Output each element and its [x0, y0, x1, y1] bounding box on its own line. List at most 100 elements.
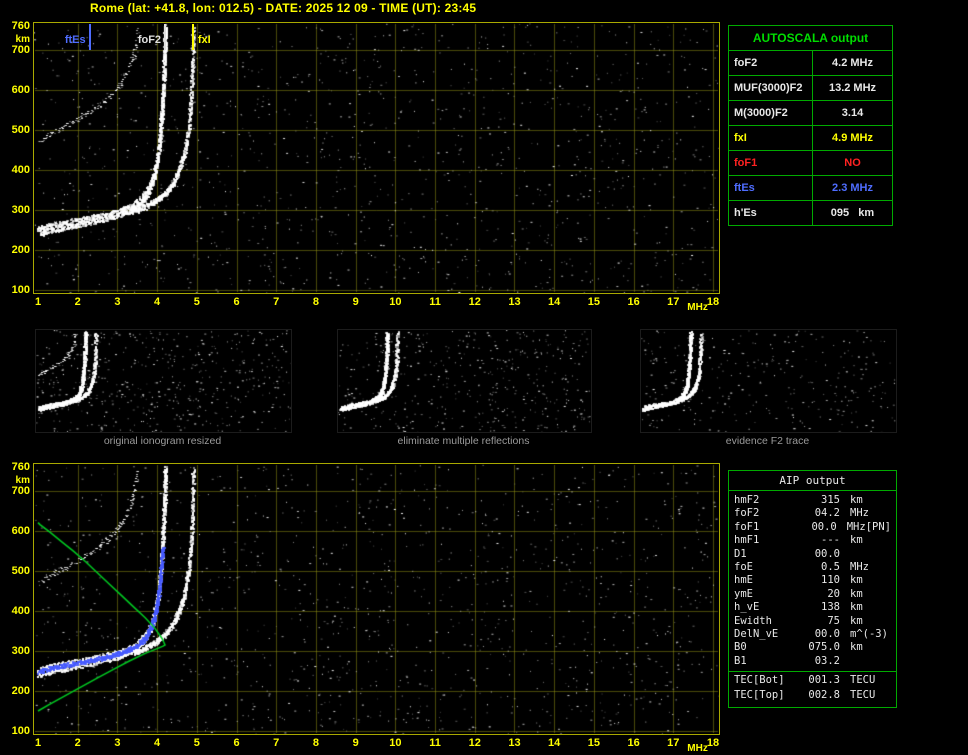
aip-param-value: 315 [821, 494, 840, 506]
aip-table-title: AIP output [729, 471, 896, 491]
autoscala-table: AUTOSCALA output foF2 4.2 MHz MUF(3000)F2 1… [728, 25, 893, 226]
aip-param-unit: km [850, 601, 863, 614]
fof2-marker-line [164, 24, 167, 50]
fxi-marker-line [191, 24, 194, 50]
aip-param-label: h_vE [734, 601, 760, 614]
bottom-plot-ytick-100: 100 [11, 725, 30, 737]
autoscala-param-value: 3.14 [841, 107, 864, 119]
autoscala-param-label: MUF(3000)F2 [729, 76, 813, 100]
top-plot-xtick-4: 4 [154, 296, 161, 308]
bottom-plot-xtick-10: 10 [389, 737, 402, 749]
aip-param-value: 001.3 [808, 674, 840, 687]
station-header: Rome (lat: +41.8, lon: 012.5) - DATE: 20… [90, 1, 477, 15]
bottom-plot-xtick-1: 1 [34, 737, 42, 749]
top-plot-ytick-600: 600 [11, 84, 30, 96]
top-plot-ytick-300: 300 [11, 204, 30, 216]
aip-param-label: hmE [734, 574, 753, 587]
aip-param-value: 75 [827, 614, 840, 627]
top-plot-xaxis-unit-label: MHz [687, 302, 708, 313]
aip-param-unit: MHz [850, 507, 869, 520]
ftes-marker-line [88, 24, 91, 50]
aip-row-B0: B0 075.0 km [729, 641, 896, 654]
aip-param-label: hmF2 [734, 494, 760, 506]
bottom-plot-ytick-200: 200 [11, 685, 30, 697]
autoscala-param-label: M(3000)F2 [729, 101, 813, 125]
autoscala-row-foF2: foF2 4.2 MHz [729, 50, 892, 75]
aip-param-unit: TECU [850, 674, 876, 687]
thumbnail-eliminate-multiples [337, 329, 592, 433]
autoscala-row-MUF(3000)F2: MUF(3000)F2 13.2 MHz [729, 75, 892, 100]
thumbnail-caption-original: original ionogram resized [103, 435, 222, 447]
aip-row-hmF2: hmF2 315 km [729, 494, 896, 507]
fxi-marker-label: fxI [197, 34, 211, 46]
aip-param-label: foF1 [734, 520, 760, 533]
autoscala-row-M(3000)F2: M(3000)F2 3.14 [729, 100, 892, 125]
bottom-plot-xtick-12: 12 [468, 737, 481, 749]
bottom-plot-ytick-400: 400 [11, 605, 30, 617]
autoscala-param-value: 4.9 MHz [832, 132, 873, 144]
top-plot-xtick-2: 2 [74, 296, 81, 308]
aip-param-label: TEC[Bot] [734, 674, 785, 687]
top-plot-xtick-13: 13 [508, 296, 521, 308]
bottom-plot-xtick-3: 3 [114, 737, 121, 749]
top-plot-ytick-500: 500 [11, 124, 30, 136]
autoscala-row-fxI: fxI 4.9 MHz [729, 125, 892, 150]
aip-row-hmF1: hmF1 --- km [729, 534, 896, 547]
aip-param-label: foE [734, 560, 753, 573]
ftes-marker-label: ftEs [64, 34, 86, 46]
bottom-plot-ytick-760: 760 [11, 461, 30, 473]
bottom-ionogram-canvas [33, 463, 720, 735]
top-plot-xtick-8: 8 [312, 296, 319, 308]
aip-table-rows: hmF2 315 km foF2 04.2 MHz foF1 00.0 MHz [PN] hmF1-… [729, 491, 896, 707]
aip-param-unit: km [850, 494, 863, 506]
top-plot-xtick-16: 16 [627, 296, 640, 308]
top-plot-xtick-12: 12 [468, 296, 481, 308]
aip-row-foE: foE 0.5 MHz [729, 561, 896, 574]
aip-row-h_vE: h_vE 138 km [729, 601, 896, 614]
aip-param-value: 00.0 [814, 547, 840, 560]
bottom-plot-xaxis-unit-label: MHz [687, 743, 708, 754]
aip-param-value: 20 [827, 587, 840, 600]
top-plot-xtick-17: 17 [667, 296, 680, 308]
aip-row-TEC[Top]: TEC[Top] 002.8 TECU [729, 689, 896, 702]
autoscala-row-ftEs: ftEs 2.3 MHz [729, 175, 892, 200]
aip-param-unit: MHz [850, 560, 869, 573]
top-plot-ytick-760: 760 [11, 20, 30, 32]
bottom-plot-xtick-11: 11 [429, 737, 441, 749]
autoscala-row-h'Es: h'Es 095 km [729, 200, 892, 225]
bottom-plot-xtick-7: 7 [273, 737, 280, 749]
autoscala-param-value: 13.2 MHz [828, 82, 877, 94]
autoscala-param-label: h'Es [729, 201, 813, 225]
aip-row-foF1: foF1 00.0 MHz [PN] [729, 521, 896, 534]
bottom-plot-ytick-600: 600 [11, 525, 30, 537]
aip-param-note: [PN] [865, 520, 891, 533]
aip-row-D1: D1 00.0 [729, 548, 896, 561]
autoscala-table-title: AUTOSCALA output [752, 31, 869, 45]
aip-param-value: 138 [821, 601, 840, 614]
top-plot-xtick-3: 3 [114, 296, 121, 308]
top-plot-xtick-11: 11 [429, 296, 441, 308]
bottom-plot-ytick-500: 500 [11, 565, 30, 577]
bottom-plot-xtick-16: 16 [627, 737, 640, 749]
aip-param-label: TEC[Top] [734, 689, 785, 702]
aip-param-unit: MHz [846, 520, 866, 533]
top-plot-xtick-1: 1 [34, 296, 42, 308]
bottom-plot-xtick-15: 15 [587, 737, 600, 749]
autoscala-param-label: foF1 [729, 151, 813, 175]
aip-param-unit: km [850, 574, 863, 587]
bottom-plot-xtick-2: 2 [74, 737, 81, 749]
aip-param-value: --- [821, 534, 840, 547]
top-plot-xtick-6: 6 [233, 296, 240, 308]
aip-param-label: B0 [734, 641, 747, 654]
aip-param-value: 03.2 [814, 654, 840, 667]
top-plot-xtick-9: 9 [352, 296, 359, 308]
aip-param-unit: TECU [850, 689, 876, 702]
thumbnail-evidence-f2-trace [640, 329, 897, 433]
bottom-plot-xtick-14: 14 [548, 737, 561, 749]
aip-param-unit: km [850, 641, 863, 654]
aip-param-value: 075.0 [808, 641, 840, 654]
fof2-marker-label: foF2 [137, 34, 162, 46]
aip-param-label: ymE [734, 587, 753, 600]
bottom-plot-xtick-5: 5 [193, 737, 200, 749]
bottom-plot-xtick-6: 6 [233, 737, 240, 749]
